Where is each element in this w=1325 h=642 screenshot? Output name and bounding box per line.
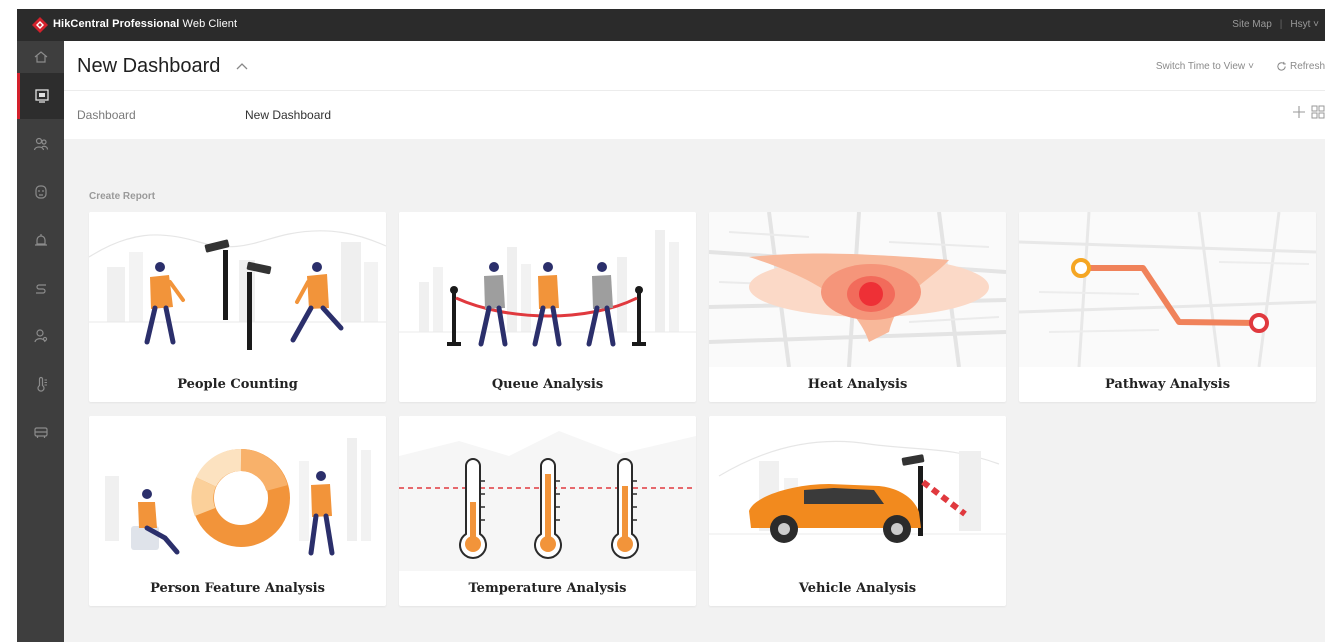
separator: | xyxy=(1279,19,1283,30)
rail-item-temperature[interactable] xyxy=(17,361,64,407)
app-title: HikCentral Professional Web Client xyxy=(53,18,238,30)
report-card-heat-analysis[interactable]: Heat Analysis xyxy=(709,212,1006,402)
home-icon xyxy=(34,51,47,63)
alarm-icon xyxy=(34,234,47,246)
card-label: Person Feature Analysis xyxy=(150,581,325,596)
site-map-link[interactable]: Site Map xyxy=(1232,19,1271,30)
person-icon xyxy=(33,329,47,343)
rail-item-home[interactable] xyxy=(17,41,64,73)
breadcrumb-root[interactable]: Dashboard xyxy=(77,108,136,122)
people-icon xyxy=(33,137,48,151)
heat-analysis-illustration xyxy=(709,212,1006,367)
queue-analysis-illustration xyxy=(399,212,696,367)
rail-item-person[interactable] xyxy=(17,313,64,359)
card-label: Temperature Analysis xyxy=(468,581,627,596)
refresh-icon xyxy=(1277,61,1286,71)
report-card-temperature-analysis[interactable]: Temperature Analysis xyxy=(399,416,696,606)
report-card-person-feature-analysis[interactable]: Person Feature Analysis xyxy=(89,416,386,606)
report-card-people-counting[interactable]: People Counting xyxy=(89,212,386,402)
chevron-up-icon[interactable] xyxy=(236,61,248,71)
report-card-pathway-analysis[interactable]: Pathway Analysis xyxy=(1019,212,1316,402)
chevron-down-icon: ˅ xyxy=(1313,19,1319,30)
refresh-button[interactable]: Refresh xyxy=(1276,61,1325,72)
face-icon xyxy=(34,185,47,199)
vehicle-icon xyxy=(33,427,48,438)
card-label: People Counting xyxy=(177,377,298,392)
breadcrumb: Dashboard New Dashboard xyxy=(64,91,1325,139)
page-title: New Dashboard xyxy=(77,55,221,77)
section-label: Create Report xyxy=(89,191,156,202)
report-card-queue-analysis[interactable]: Queue Analysis xyxy=(399,212,696,402)
user-menu[interactable]: Hsyt ˅ xyxy=(1290,19,1319,30)
add-icon[interactable] xyxy=(1291,104,1307,120)
card-label: Queue Analysis xyxy=(491,377,604,392)
temperature-icon xyxy=(36,376,47,392)
header-tools: Switch Time to View ˅ Refresh xyxy=(1156,61,1325,72)
hikcentral-logo-icon xyxy=(32,17,48,33)
grid-layout-icon[interactable] xyxy=(1311,105,1325,119)
left-nav-rail xyxy=(17,41,64,642)
breadcrumb-current: New Dashboard xyxy=(245,108,332,122)
rail-item-face[interactable] xyxy=(17,169,64,215)
card-label: Heat Analysis xyxy=(807,377,908,392)
people-counting-illustration xyxy=(89,212,386,367)
top-bar: HikCentral Professional Web Client Site … xyxy=(17,9,1325,41)
rail-item-dashboard[interactable] xyxy=(17,73,64,119)
switch-time-dropdown[interactable]: Switch Time to View ˅ xyxy=(1156,61,1254,72)
pathway-icon xyxy=(35,284,46,294)
vehicle-analysis-illustration xyxy=(709,416,1006,571)
app-frame: HikCentral Professional Web Client Site … xyxy=(17,9,1325,642)
pathway-analysis-illustration xyxy=(1019,212,1316,367)
rail-item-vehicle[interactable] xyxy=(17,409,64,455)
rail-item-alarm[interactable] xyxy=(17,217,64,263)
dashboard-header: New Dashboard Switch Time to View ˅ Refr… xyxy=(64,41,1325,91)
card-label: Pathway Analysis xyxy=(1104,377,1231,392)
rail-item-people[interactable] xyxy=(17,121,64,167)
rail-item-pathway[interactable] xyxy=(17,265,64,311)
dashboard-icon xyxy=(35,89,49,103)
person-feature-analysis-illustration xyxy=(89,416,386,571)
report-card-vehicle-analysis[interactable]: Vehicle Analysis xyxy=(709,416,1006,606)
top-bar-right: Site Map | Hsyt ˅ xyxy=(1232,19,1319,30)
card-label: Vehicle Analysis xyxy=(798,581,917,596)
chevron-down-icon: ˅ xyxy=(1248,61,1254,72)
temperature-analysis-illustration xyxy=(399,416,696,571)
